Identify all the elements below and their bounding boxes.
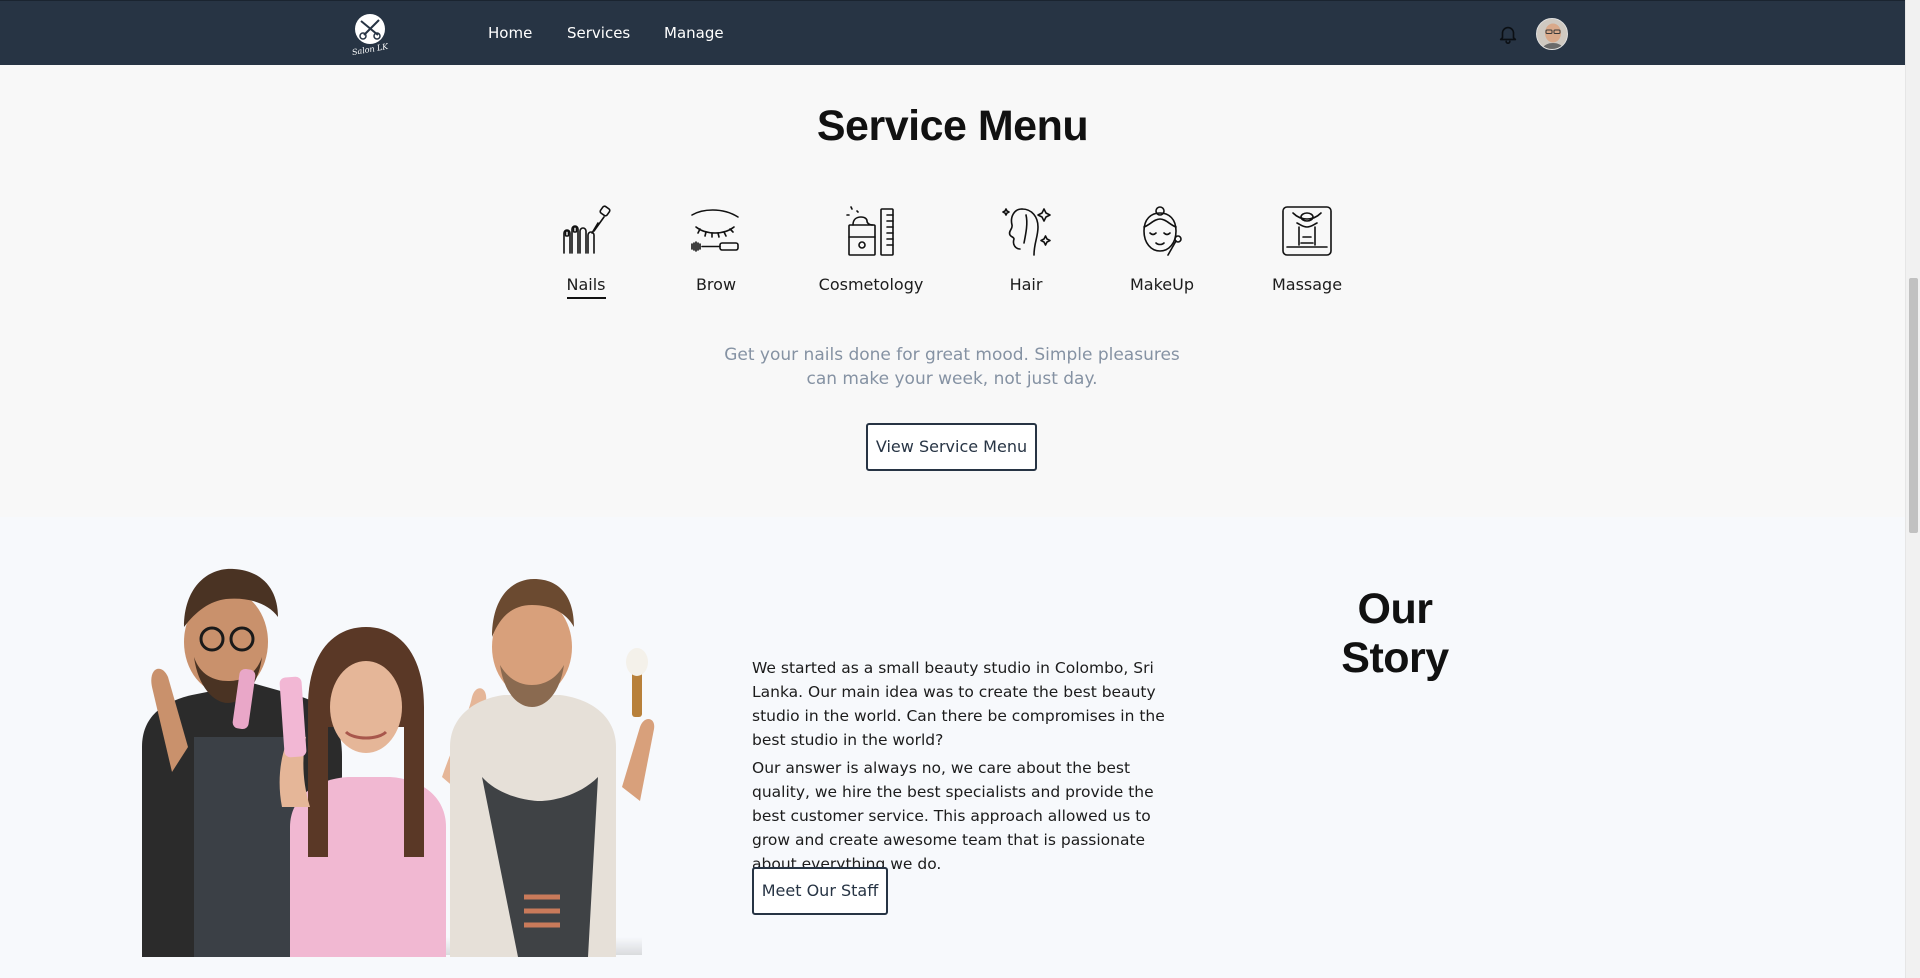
- makeup-face-icon: [1134, 203, 1190, 259]
- cosmetics-jar-icon: [843, 203, 899, 259]
- service-label-nails: Nails: [566, 275, 606, 299]
- service-tab-cosmetology[interactable]: Cosmetology: [815, 203, 927, 297]
- team-photo: [132, 557, 707, 959]
- service-label-makeup: MakeUp: [1129, 275, 1194, 294]
- service-label-massage: Massage: [1271, 275, 1343, 294]
- service-tab-hair[interactable]: Hair: [997, 203, 1055, 297]
- our-story-section: Our Story We started as a small beauty s…: [0, 517, 1905, 978]
- scrollbar-thumb[interactable]: [1909, 278, 1918, 533]
- hair-icon: [998, 203, 1054, 259]
- service-tab-massage[interactable]: Massage: [1268, 203, 1346, 297]
- our-story-title: Our Story: [1341, 585, 1449, 682]
- service-label-cosmetology: Cosmetology: [818, 275, 924, 294]
- story-paragraph-1: We started as a small beauty studio in C…: [752, 659, 1165, 749]
- nav-manage-link[interactable]: Manage: [664, 24, 724, 42]
- service-label-hair: Hair: [1009, 275, 1043, 294]
- bell-icon[interactable]: [1497, 23, 1519, 45]
- service-menu-title: Service Menu: [816, 102, 1089, 150]
- service-tab-brow[interactable]: Brow: [688, 203, 744, 297]
- service-label-brow: Brow: [695, 275, 737, 294]
- story-paragraph-2: Our answer is always no, we care about t…: [752, 759, 1154, 873]
- nail-polish-icon: [558, 203, 614, 259]
- top-navbar: Salon LK Home Services Manage: [0, 0, 1905, 65]
- view-service-menu-button[interactable]: View Service Menu: [866, 423, 1037, 471]
- salon-logo[interactable]: Salon LK: [348, 11, 392, 55]
- scissors-logo-icon: Salon LK: [351, 14, 390, 55]
- page-scrollbar[interactable]: [1905, 0, 1920, 978]
- nav-home-link[interactable]: Home: [488, 24, 532, 42]
- service-tab-makeup[interactable]: MakeUp: [1127, 203, 1197, 297]
- user-avatar[interactable]: [1536, 18, 1568, 50]
- eyebrow-icon: [688, 203, 744, 259]
- service-tab-nails[interactable]: Nails: [556, 203, 616, 299]
- service-menu-section: Service Menu Nails Brow Cosmetology Hair…: [0, 65, 1905, 517]
- massage-icon: [1279, 203, 1335, 259]
- nav-services-link[interactable]: Services: [567, 24, 630, 42]
- service-description: Get your nails done for great mood. Simp…: [724, 345, 1180, 389]
- meet-our-staff-button[interactable]: Meet Our Staff: [752, 867, 888, 915]
